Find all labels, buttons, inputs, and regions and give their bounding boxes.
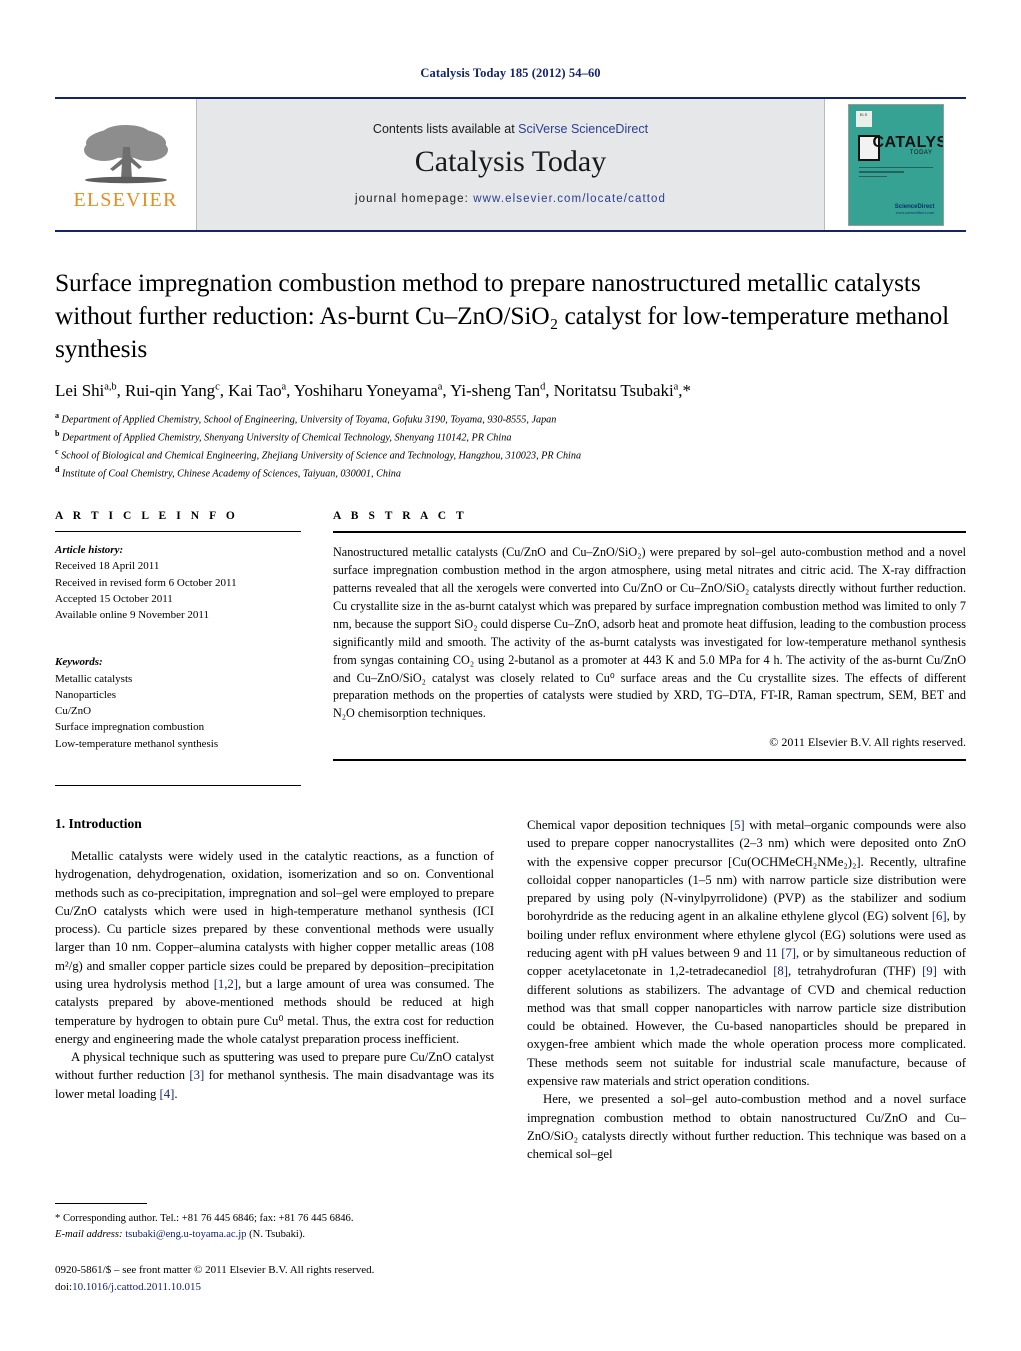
keyword-item: Nanoparticles [55,688,117,701]
elsevier-wordmark: ELSEVIER [73,189,178,211]
affiliation-item: a Department of Applied Chemistry, Schoo… [55,411,557,426]
affiliation-item: b Department of Applied Chemistry, Sheny… [55,429,512,444]
homepage-label: journal homepage: [354,193,469,205]
contents-available-line: Contents lists available at SciVerse Sci… [373,122,648,136]
cover-sciencedirect-url: www.sciencedirect.com [895,209,934,215]
cover-subtitle-text: TODAY [909,149,933,156]
doi-line: doi:10.1016/j.cattod.2011.10.015 [55,1279,488,1296]
keywords-label: Keywords: [55,656,103,669]
paragraph: Chemical vapor deposition techniques [5]… [527,817,966,1089]
title-block: Surface impregnation combustion method t… [55,266,966,482]
corresponding-author-note: * Corresponding author. Tel.: +81 76 445… [55,1213,354,1225]
keyword-item: Cu/ZnO [55,705,92,718]
article-info-column: A R T I C L E I N F O Article history: R… [55,510,301,786]
footnote-block: * Corresponding author. Tel.: +81 76 445… [55,1203,488,1295]
author-list: Lei Shia,b, Rui-qin Yangc, Kai Taoa, Yos… [55,381,691,401]
email-suffix: (N. Tsubaki). [249,1228,305,1240]
homepage-url[interactable]: www.elsevier.com/locate/cattod [473,193,666,205]
section-heading-introduction: 1. Introduction [55,815,142,831]
sciencedirect-link[interactable]: SciVerse ScienceDirect [518,122,648,136]
imprint-block: 0920-5861/$ – see front matter © 2011 El… [55,1262,488,1295]
elsevier-logo: ELSEVIER [55,99,196,230]
affiliation-item: d Institute of Coal Chemistry, Chinese A… [55,465,401,480]
journal-cover-thumbnail: ELS CATALYSIS TODAY ScienceDirect www.sc… [847,103,944,226]
abstract-heading: A B S T R A C T [333,509,468,522]
issn-front-matter: 0920-5861/$ – see front matter © 2011 El… [55,1264,375,1276]
keywords-block: Keywords: Metallic catalysts Nanoparticl… [55,654,301,752]
keyword-item: Metallic catalysts [55,672,133,685]
journal-title: Catalysis Today [414,145,607,178]
contents-prefix: Contents lists available at [372,122,519,136]
info-abstract-section: A R T I C L E I N F O Article history: R… [55,510,966,786]
keyword-item: Low-temperature methanol synthesis [55,737,219,750]
body-column-right: Chemical vapor deposition techniques [5]… [527,816,966,1164]
body-columns: 1. Introduction Metallic catalysts were … [55,816,966,1164]
cover-text-lines [858,166,933,181]
article-title: Surface impregnation combustion method t… [55,268,950,364]
paragraph: A physical technique such as sputtering … [55,1050,495,1101]
history-item: Received in revised form 6 October 2011 [55,576,237,589]
abstract-copyright: © 2011 Elsevier B.V. All rights reserved… [769,735,966,750]
abstract-column: A B S T R A C T Nanostructured metallic … [333,510,966,786]
keyword-item: Surface impregnation combustion [55,721,205,734]
article-info-rule [55,530,301,532]
abstract-text: Nanostructured metallic catalysts (Cu/Zn… [333,544,966,721]
paragraph: Metallic catalysts were widely used in t… [55,848,494,1046]
abstract-rule [333,530,966,533]
affiliation-item: c School of Biological and Chemical Engi… [55,447,582,462]
history-item: Available online 9 November 2011 [55,609,209,622]
body-column-left: 1. Introduction Metallic catalysts were … [55,816,494,1164]
paragraph: Here, we presented a sol–gel auto-combus… [527,1092,966,1162]
journal-header-band: ELSEVIER Contents lists available at Sci… [55,97,966,232]
history-item: Received 18 April 2011 [55,560,160,573]
doi-value[interactable]: 10.1016/j.cattod.2011.10.015 [72,1281,201,1293]
abstract-bottom-rule [333,759,966,762]
cover-sciencedirect-badge: ScienceDirect www.sciencedirect.com [895,204,935,215]
journal-header-center: Contents lists available at SciVerse Sci… [196,99,825,230]
email-note: E-mail address: tsubaki@eng.u-toyama.ac.… [55,1227,488,1242]
doi-label: doi: [55,1280,73,1293]
affiliation-list: a Department of Applied Chemistry, Schoo… [55,410,966,482]
cover-sciencedirect-text: ScienceDirect [894,203,935,210]
article-info-heading: A R T I C L E I N F O [55,509,239,522]
footnote-rule [55,1203,147,1205]
email-label: E-mail address: [55,1228,123,1240]
running-head: Catalysis Today 185 (2012) 54–60 [420,66,601,80]
cover-brand-text: CATALYSIS [872,133,943,151]
email-link[interactable]: tsubaki@eng.u-toyama.ac.jp [125,1229,246,1240]
article-history-block: Article history: Received 18 April 2011 … [55,542,301,623]
history-item: Accepted 15 October 2011 [55,592,173,605]
article-page: Catalysis Today 185 (2012) 54–60 ELSEVIE… [0,0,1021,1351]
journal-homepage-line: journal homepage: www.elsevier.com/locat… [355,193,666,205]
article-info-bottom-rule [55,784,301,786]
cover-elsevier-mark: ELS [855,110,872,127]
article-history-label: Article history: [55,543,124,556]
journal-cover-cell: ELS CATALYSIS TODAY ScienceDirect www.sc… [825,99,966,230]
elsevier-tree-icon [83,125,168,184]
